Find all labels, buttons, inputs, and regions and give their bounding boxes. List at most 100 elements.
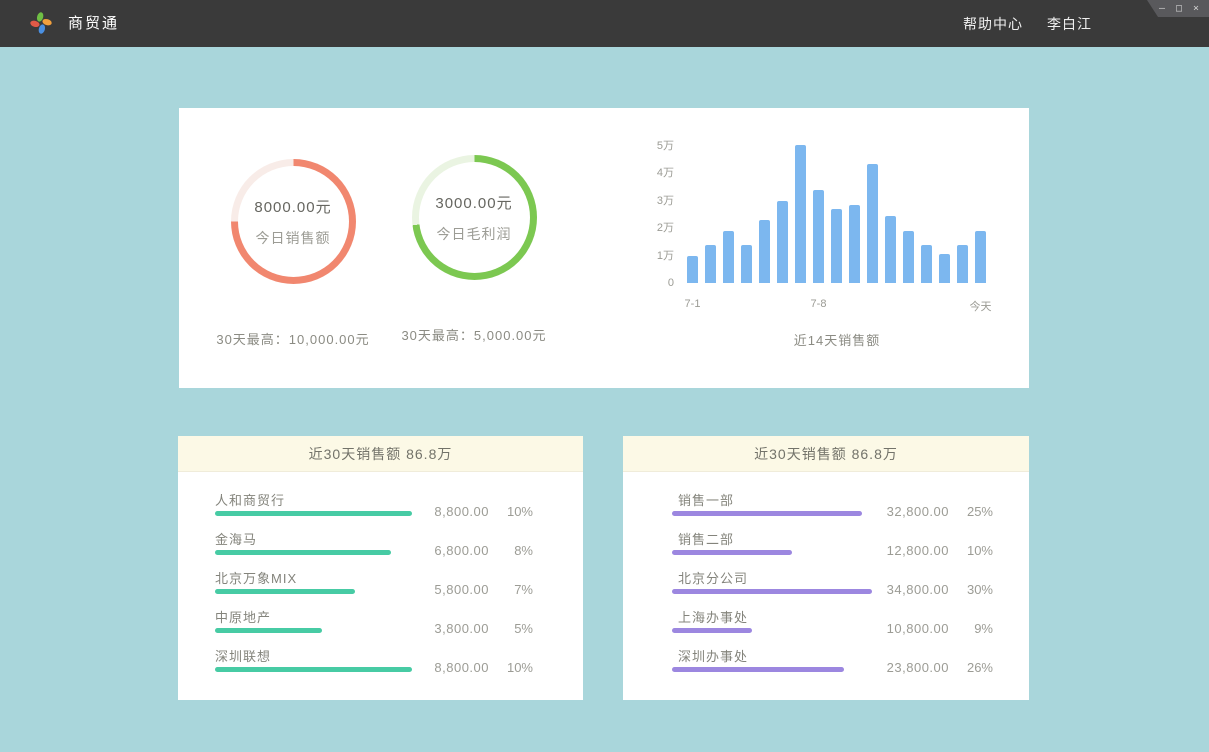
rank-name: 深圳办事处	[678, 646, 748, 665]
rank-amount: 8,800.00	[411, 660, 489, 675]
donut-footnote: 30天最高：10,000.00元	[216, 329, 369, 348]
rank-bar	[672, 511, 862, 516]
rank-values: 10,800.009%	[871, 621, 993, 636]
rank-values: 6,800.008%	[411, 543, 533, 558]
customer-rank-card: 近30天销售额 86.8万 人和商贸行8,800.0010%金海马6,800.0…	[178, 436, 583, 700]
sales-bar-chart: 01万2万3万4万5万 7-17-8今天 近14天销售额	[619, 138, 1014, 368]
rank-percent: 10%	[489, 504, 533, 519]
rank-percent: 8%	[489, 543, 533, 558]
rank-name: 上海办事处	[678, 607, 748, 626]
chart-bar	[759, 220, 770, 283]
rank-bar	[215, 628, 322, 633]
topbar-menu: 帮助中心 李白江	[963, 0, 1092, 47]
chart-bar	[687, 256, 698, 283]
rank-percent: 30%	[949, 582, 993, 597]
app-window: 商贸通 帮助中心 李白江 — □ × 8000.00元今日销售额 30天最高：10…	[0, 0, 1209, 752]
x-axis-tick: 7-1	[685, 298, 701, 310]
rank-percent: 10%	[949, 543, 993, 558]
donut-text: 8000.00元今日销售额	[231, 159, 356, 284]
rank-values: 23,800.0026%	[871, 660, 993, 675]
donut-ring: 8000.00元今日销售额	[231, 159, 356, 284]
app-title: 商贸通	[68, 0, 119, 47]
chart-bar	[705, 245, 716, 283]
rank-bar	[672, 550, 792, 555]
rank-percent: 10%	[489, 660, 533, 675]
chart-bar	[831, 209, 842, 283]
rank-name: 销售二部	[678, 529, 734, 548]
list-item: 深圳办事处 23,800.0026%	[623, 646, 1029, 685]
rank-percent: 9%	[949, 621, 993, 636]
dept-rank-list: 销售一部32,800.0025%销售二部 12,800.0010% 北京分公司 34,…	[623, 472, 1029, 685]
pinwheel-logo-icon	[28, 10, 54, 36]
chart-bar	[777, 201, 788, 283]
rank-amount: 5,800.00	[411, 582, 489, 597]
rank-values: 5,800.007%	[411, 582, 533, 597]
rank-amount: 3,800.00	[411, 621, 489, 636]
chart-bar	[741, 245, 752, 283]
dept-rank-title: 近30天销售额 86.8万	[623, 436, 1029, 472]
rank-values: 8,800.0010%	[411, 660, 533, 675]
rank-name: 北京万象MIX	[215, 568, 297, 587]
donut-text: 3000.00元今日毛利润	[412, 155, 537, 280]
x-axis-tick: 今天	[970, 298, 992, 314]
list-item: 销售一部32,800.0025%	[623, 490, 1029, 529]
minimize-icon[interactable]: —	[1156, 4, 1168, 14]
y-axis-tick: 5万	[619, 139, 674, 153]
donut-label: 今日毛利润	[437, 224, 512, 244]
y-axis-tick: 3万	[619, 194, 674, 208]
rank-bar	[672, 667, 844, 672]
donut-footnote: 30天最高：5,000.00元	[401, 325, 546, 344]
y-axis-tick: 2万	[619, 221, 674, 235]
chart-bar	[849, 205, 860, 283]
rank-amount: 23,800.00	[871, 660, 949, 675]
rank-amount: 6,800.00	[411, 543, 489, 558]
rank-bar	[672, 628, 752, 633]
list-item: 金海马 6,800.008%	[178, 529, 583, 568]
rank-values: 34,800.0030%	[871, 582, 993, 597]
rank-name: 人和商贸行	[215, 490, 285, 509]
rank-bar	[215, 667, 412, 672]
maximize-icon[interactable]: □	[1173, 4, 1185, 14]
rank-values: 8,800.0010%	[411, 504, 533, 519]
rank-name: 中原地产	[215, 607, 271, 626]
donut-ring: 3000.00元今日毛利润	[412, 155, 537, 280]
rank-values: 3,800.005%	[411, 621, 533, 636]
chart-caption: 近14天销售额	[687, 330, 987, 349]
chart-bar	[867, 164, 878, 283]
rank-name: 深圳联想	[215, 646, 271, 665]
chart-bar	[921, 245, 932, 283]
donut-value: 3000.00元	[435, 192, 512, 213]
rank-percent: 7%	[489, 582, 533, 597]
chart-bar	[795, 145, 806, 283]
rank-values: 32,800.0025%	[871, 504, 993, 519]
user-name-menu[interactable]: 李白江	[1047, 14, 1092, 34]
overview-card: 8000.00元今日销售额 30天最高：10,000.00元 3000.00元今日毛…	[179, 108, 1029, 388]
rank-amount: 8,800.00	[411, 504, 489, 519]
rank-amount: 12,800.00	[871, 543, 949, 558]
list-item: 销售二部 12,800.0010%	[623, 529, 1029, 568]
customer-rank-title: 近30天销售额 86.8万	[178, 436, 583, 472]
rank-amount: 10,800.00	[871, 621, 949, 636]
rank-percent: 25%	[949, 504, 993, 519]
chart-bar	[939, 254, 950, 283]
rank-percent: 26%	[949, 660, 993, 675]
window-controls: — □ ×	[1147, 0, 1209, 17]
rank-name: 北京分公司	[678, 568, 748, 587]
chart-bar	[885, 216, 896, 283]
rank-name: 金海马	[215, 529, 257, 548]
rank-amount: 32,800.00	[871, 504, 949, 519]
help-center-link[interactable]: 帮助中心	[963, 14, 1023, 34]
close-icon[interactable]: ×	[1190, 4, 1202, 14]
list-item: 北京万象MIX 5,800.007%	[178, 568, 583, 607]
list-item: 上海办事处 10,800.009%	[623, 607, 1029, 646]
chart-bar	[813, 190, 824, 283]
y-axis-tick: 1万	[619, 249, 674, 263]
list-item: 北京分公司 34,800.0030%	[623, 568, 1029, 607]
rank-bar	[215, 589, 355, 594]
list-item: 人和商贸行 8,800.0010%	[178, 490, 583, 529]
topbar: 商贸通 帮助中心 李白江 — □ ×	[0, 0, 1209, 47]
list-item: 中原地产 3,800.005%	[178, 607, 583, 646]
donut-label: 今日销售额	[256, 228, 331, 248]
list-item: 深圳联想 8,800.0010%	[178, 646, 583, 685]
y-axis-tick: 4万	[619, 166, 674, 180]
